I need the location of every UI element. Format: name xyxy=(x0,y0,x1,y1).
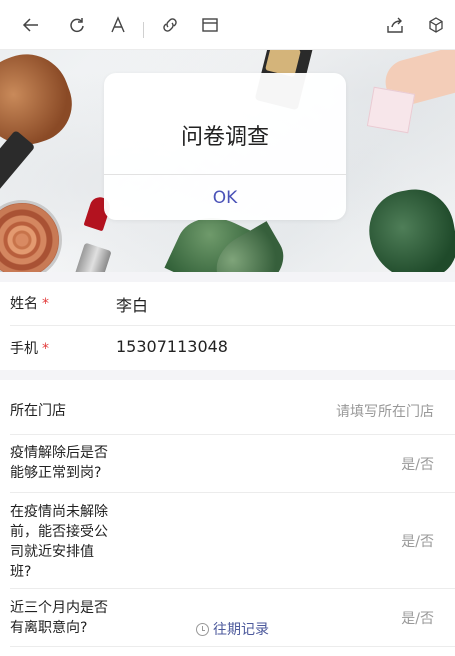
q2-row[interactable]: 在疫情尚未解除 前，能否接受公 司就近安排值 班? 是/否 xyxy=(0,493,455,589)
section-gap xyxy=(0,370,455,380)
name-field[interactable]: 李白 xyxy=(116,292,148,316)
share-icon[interactable] xyxy=(384,14,406,36)
cube-icon[interactable] xyxy=(425,14,447,36)
q2-label: 在疫情尚未解除 前，能否接受公 司就近安排值 班? xyxy=(10,504,108,580)
survey-dialog: 问卷调查 OK xyxy=(104,73,346,220)
history-link-label: 往期记录 xyxy=(213,622,269,638)
link-icon[interactable] xyxy=(159,14,181,36)
section-gap xyxy=(0,272,455,282)
q1-label: 疫情解除后是否 能够正常到岗? xyxy=(10,445,108,481)
q1-row[interactable]: 疫情解除后是否 能够正常到岗? 是/否 xyxy=(0,435,455,493)
top-toolbar xyxy=(0,0,455,50)
clock-icon xyxy=(196,622,209,636)
refresh-icon[interactable] xyxy=(66,14,88,36)
q3-answer-input[interactable]: 是/否 xyxy=(401,608,434,628)
q3-label: 近三个月内是否 有离职意向? xyxy=(10,600,108,636)
toolbar-divider xyxy=(143,22,144,38)
font-icon[interactable] xyxy=(107,14,129,36)
window-icon[interactable] xyxy=(199,14,221,36)
q1-answer-input[interactable]: 是/否 xyxy=(401,454,434,474)
phone-label: 手机 * xyxy=(10,341,49,357)
q2-answer-input[interactable]: 是/否 xyxy=(401,531,434,551)
store-row[interactable]: 所在门店 请填写所在门店 xyxy=(0,380,455,435)
dialog-title: 问卷调查 xyxy=(180,125,269,150)
name-row[interactable]: 姓名 * 李白 xyxy=(0,282,455,326)
store-input[interactable]: 请填写所在门店 xyxy=(336,401,434,421)
phone-field[interactable]: 15307113048 xyxy=(116,337,228,356)
store-label: 所在门店 xyxy=(10,403,66,419)
name-label: 姓名 * xyxy=(10,296,49,312)
phone-row[interactable]: 手机 * 15307113048 xyxy=(0,326,455,370)
history-link[interactable]: 往期记录 xyxy=(196,620,269,638)
ok-button[interactable]: OK xyxy=(104,175,346,220)
back-arrow-icon[interactable] xyxy=(20,14,42,36)
